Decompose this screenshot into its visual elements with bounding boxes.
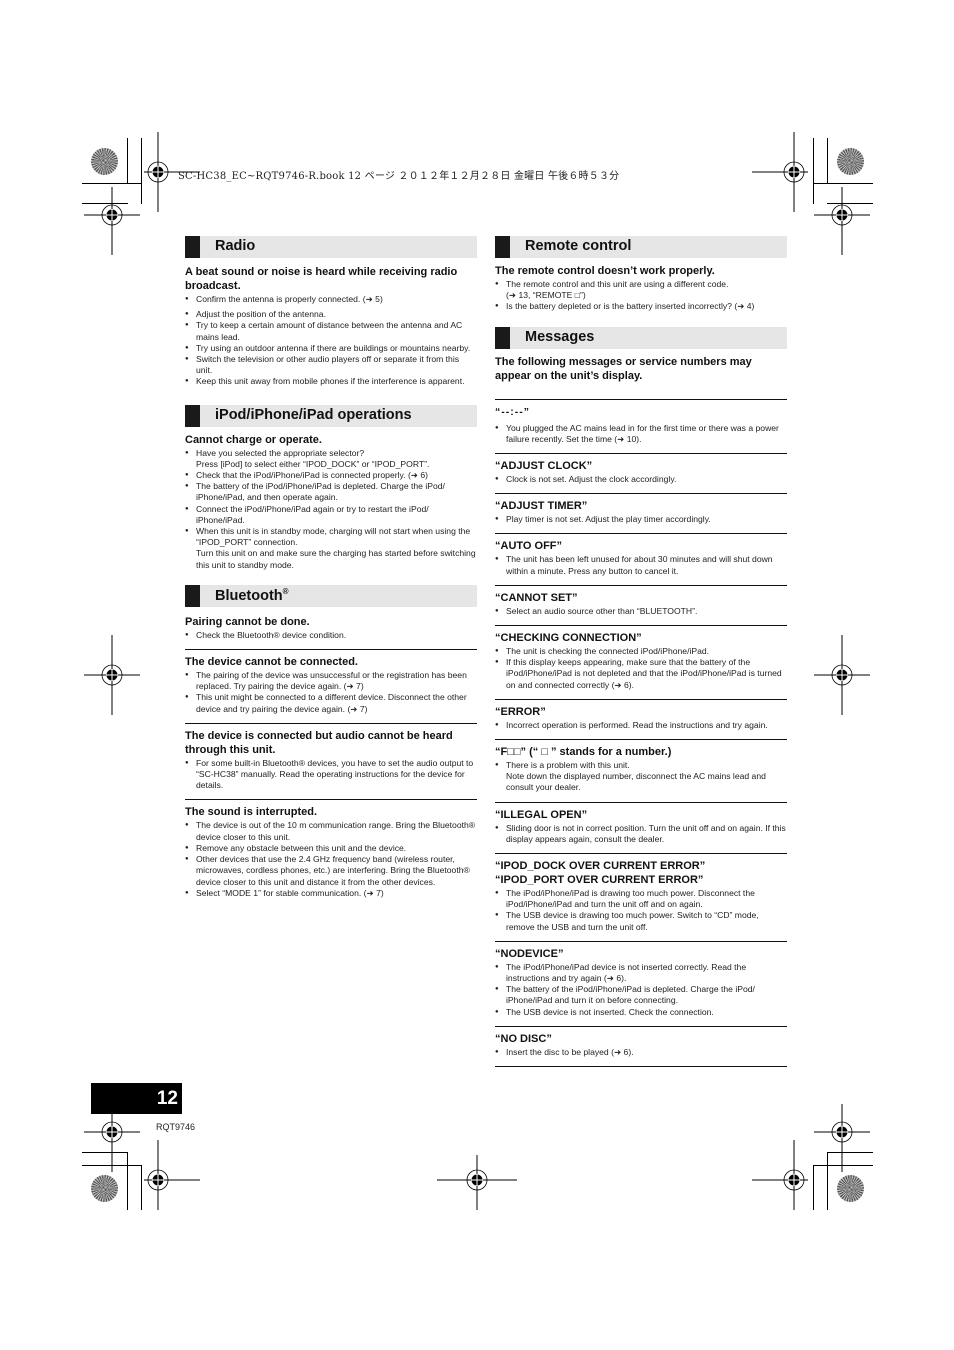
registration-mark-icon bbox=[752, 1140, 808, 1210]
